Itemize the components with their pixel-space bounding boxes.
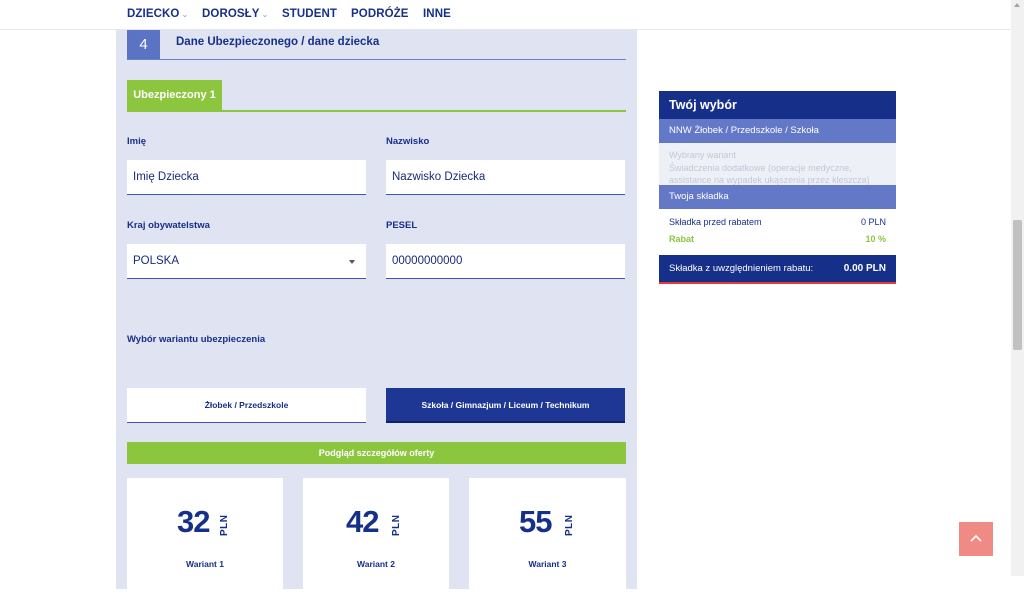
nav-label: PODRÓŻE [351,8,409,20]
nav-label: DZIECKO [127,8,180,20]
pesel-input[interactable] [386,244,625,279]
step-number: 4 [127,29,160,60]
tab-underline [127,110,626,112]
variant-choice-label: Wybór wariantu ubezpieczenia [127,334,266,345]
nav-item-dziecko[interactable]: DZIECKO ⌄ [127,8,188,20]
first-name-input[interactable] [127,160,366,195]
price-currency: PLN [391,514,402,537]
summary-panel: Twój wybór NNW Żłobek / Przedszkole / Sz… [659,91,896,284]
nav-item-podroze[interactable]: PODRÓŻE [351,8,409,20]
variant-label: Wariant 2 [357,559,395,569]
tab-insured-1[interactable]: Ubezpieczony 1 [127,80,222,111]
nav-item-inne[interactable]: INNE [423,8,451,20]
variant-label: Wariant 1 [186,559,224,569]
price-card-variant-2[interactable]: 42 PLN Wariant 2 [303,478,449,598]
total-label: Składka z uwzględnieniem rabatu: [669,263,814,274]
citizenship-label: Kraj obywatelstwa [127,220,210,231]
variant-label: Wariant 3 [528,559,567,569]
first-name-label: Imię [127,136,147,147]
selected-variant-label: Wybrany wariant [669,150,736,160]
offer-preview-button[interactable]: Podgląd szczegółów oferty [127,442,626,464]
premium-before-row: Składka przed rabatem 0 PLN [669,215,886,232]
nav-label: STUDENT [282,8,338,20]
nav-label: DOROSŁY [202,8,260,20]
summary-product: NNW Żłobek / Przedszkole / Szkoła [659,119,896,143]
last-name-label: Nazwisko [386,136,430,147]
nav-item-dorosly[interactable]: DOROSŁY ⌄ [202,8,268,20]
premium-before-value: 0 PLN [860,217,886,227]
chevron-down-icon: ⌄ [261,10,269,19]
summary-title: Twój wybór [659,91,896,119]
scroll-up-icon[interactable] [1014,3,1020,7]
last-name-input[interactable] [386,160,625,195]
total-row: Składka z uwzględnieniem rabatu: 0.00 PL… [659,255,896,284]
extra-benefits-text: Świadczenia dodatkowe (operacje medyczne… [669,163,870,185]
total-value: 0.00 PLN [843,263,886,274]
scroll-thumb[interactable] [1013,220,1022,350]
back-to-top-button[interactable] [959,522,993,556]
nav-label: INNE [423,8,451,20]
variant-option-szkola[interactable]: Szkoła / Gimnazjum / Liceum / Technikum [386,388,625,423]
variant-option-zlobek-przedszkole[interactable]: Żłobek / Przedszkole [127,388,366,423]
citizenship-select[interactable]: POLSKA [127,244,366,279]
citizenship-value: POLSKA [133,255,180,267]
step-divider [127,59,626,60]
discount-value: 10 % [865,234,886,244]
premium-heading: Twoja składka [659,185,896,209]
premium-before-label: Składka przed rabatem [669,217,762,227]
price-card-variant-3[interactable]: 55 PLN Wariant 3 [469,478,626,598]
premium-rows: Składka przed rabatem 0 PLN Rabat 10 % [659,209,896,255]
pesel-label: PESEL [386,220,418,231]
summary-variant-block: Wybrany wariant Świadczenia dodatkowe (o… [659,143,896,185]
caret-down-icon [349,260,355,264]
price-currency: PLN [219,514,230,537]
price-card-variant-1[interactable]: 32 PLN Wariant 1 [127,478,283,598]
price-amount: 42 [346,504,379,539]
discount-label: Rabat [669,234,695,244]
page-scrollbar[interactable] [1011,0,1024,576]
step-title: Dane Ubezpieczonego / dane dziecka [176,36,380,48]
insured-data-form: 4 Dane Ubezpieczonego / dane dziecka Ube… [116,29,637,598]
chevron-up-icon [970,534,982,542]
price-currency: PLN [564,514,575,537]
price-amount: 32 [177,504,210,539]
discount-row: Rabat 10 % [669,232,886,249]
price-amount: 55 [519,504,552,539]
nav-item-student[interactable]: STUDENT [282,8,337,20]
top-navigation: DZIECKO ⌄ DOROSŁY ⌄ STUDENT PODRÓŻE INNE [0,0,1011,30]
chevron-down-icon: ⌄ [181,10,189,19]
